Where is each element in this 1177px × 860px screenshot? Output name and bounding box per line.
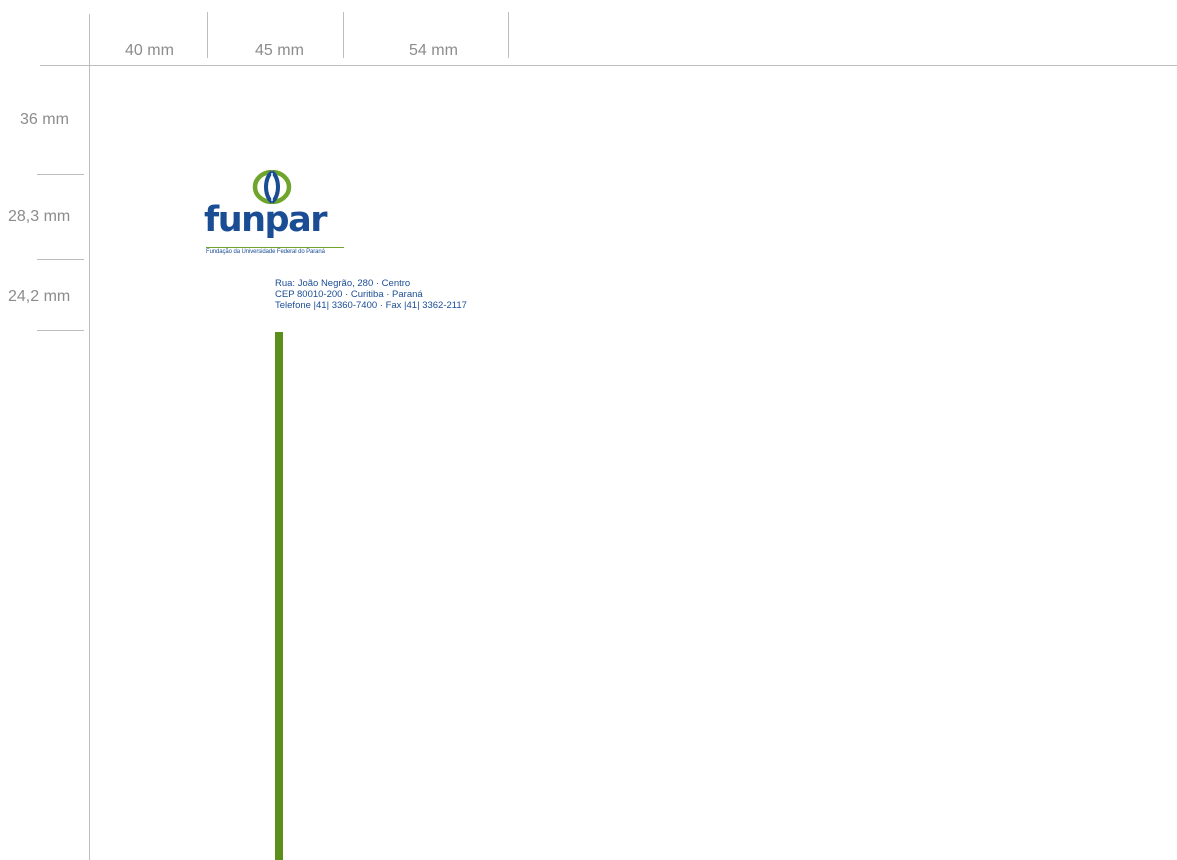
address-street: Rua: João Negrão, 280 · Centro bbox=[275, 278, 411, 289]
logo-underline bbox=[206, 247, 344, 248]
measure-label-45mm: 45 mm bbox=[255, 42, 304, 59]
column-divider-1 bbox=[207, 12, 208, 58]
row-tick-2 bbox=[37, 259, 84, 260]
globe-emblem-icon bbox=[252, 170, 292, 204]
measure-label-24-2mm: 24,2 mm bbox=[8, 288, 71, 305]
row-tick-3 bbox=[37, 330, 84, 331]
measure-label-28-3mm: 28,3 mm bbox=[8, 208, 71, 225]
measure-label-36mm: 36 mm bbox=[20, 111, 69, 128]
measure-label-54mm: 54 mm bbox=[409, 42, 458, 59]
logo-tagline: Fundação da Universidade Federal do Para… bbox=[206, 249, 325, 255]
address-block: Rua: João Negrão, 280 · Centro CEP 80010… bbox=[275, 278, 467, 311]
green-accent-bar bbox=[275, 332, 283, 860]
address-postal: CEP 80010-200 · Curitiba · Paraná bbox=[275, 289, 423, 300]
column-divider-2 bbox=[343, 12, 344, 58]
column-divider-3 bbox=[508, 12, 509, 58]
funpar-logo: funpar Fundação da Universidade Federal … bbox=[204, 170, 346, 260]
left-margin-line bbox=[89, 14, 90, 860]
logo-wordmark: funpar bbox=[204, 200, 328, 240]
row-tick-1 bbox=[37, 174, 84, 175]
measure-label-40mm: 40 mm bbox=[125, 42, 174, 59]
address-phone-fax: Telefone |41| 3360-7400 · Fax |41| 3362-… bbox=[275, 300, 467, 311]
top-guide-line bbox=[40, 65, 1177, 66]
